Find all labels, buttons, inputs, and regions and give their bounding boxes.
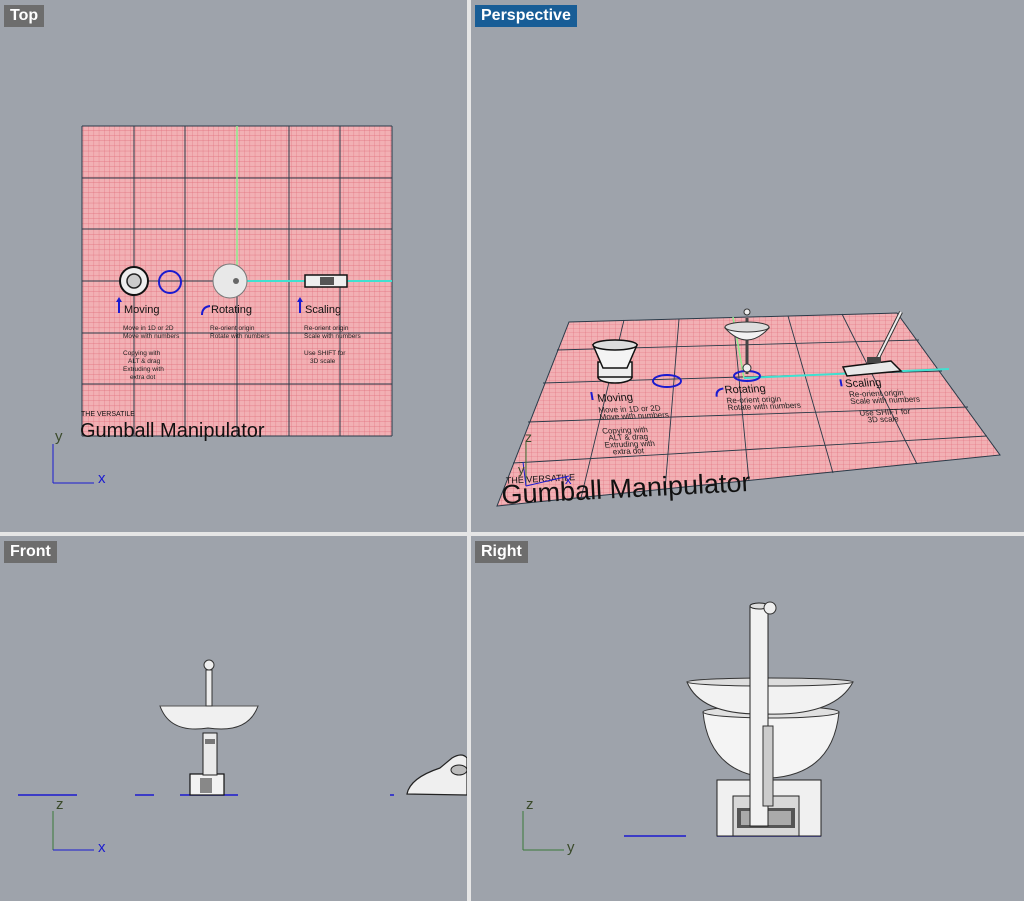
front-gumball-object[interactable] xyxy=(159,659,259,796)
scaling-line-3: Use SHIFT for xyxy=(304,350,346,357)
perspective-view-canvas[interactable]: Moving Move in 1D or 2D Move with number… xyxy=(471,0,1024,532)
right-axis-label-z: z xyxy=(526,796,534,813)
moving-line-1: Move in 1D or 2D xyxy=(123,325,174,332)
scaling-line-2: Scale with numbers xyxy=(304,333,361,340)
heading-small: THE VERSATILE xyxy=(81,411,135,418)
viewport-perspective[interactable]: Moving Move in 1D or 2D Move with number… xyxy=(471,0,1024,532)
viewport-right[interactable]: z y Right xyxy=(471,536,1024,901)
moving-line-6: extra dot xyxy=(130,374,155,381)
axis-widget-right: z y xyxy=(522,796,575,856)
top-view-canvas[interactable]: Moving Move in 1D or 2D Move with number… xyxy=(0,0,467,532)
front-axis-label-x: x xyxy=(98,839,106,856)
moving-label: Moving xyxy=(124,304,159,316)
persp-moving-label: Moving xyxy=(596,392,634,405)
viewport-title-perspective[interactable]: Perspective xyxy=(475,5,577,27)
rotating-label: Rotating xyxy=(211,304,252,316)
rotating-line-2: Rotate with numbers xyxy=(210,333,270,340)
axis-widget-front: z x xyxy=(52,796,106,856)
scaling-line-1: Re-orient origin xyxy=(304,325,349,332)
moving-line-2: Move with numbers xyxy=(123,333,180,340)
persp-scaling-line-4: 3D scale xyxy=(867,414,900,424)
viewport-title-top[interactable]: Top xyxy=(4,5,45,27)
viewport-splitter-vertical[interactable] xyxy=(467,0,471,901)
front-axis-label-z: z xyxy=(56,796,64,813)
right-gumball-object[interactable] xyxy=(686,601,854,837)
right-axis-label-y: y xyxy=(567,839,575,856)
viewport-top[interactable]: Moving Move in 1D or 2D Move with number… xyxy=(0,0,467,532)
persp-axis-label-z: z xyxy=(525,429,532,445)
viewport-front[interactable]: z x Front xyxy=(0,536,467,901)
scaling-label: Scaling xyxy=(305,304,341,316)
rotating-widget[interactable] xyxy=(212,263,248,299)
heading-large: Gumball Manipulator xyxy=(80,420,265,442)
persp-axis-label-y: y xyxy=(518,462,525,477)
viewport-title-right[interactable]: Right xyxy=(475,541,528,563)
viewport-splitter-horizontal[interactable] xyxy=(0,532,1024,536)
front-scaling-object-partial[interactable] xyxy=(406,754,467,796)
axis-label-x: x xyxy=(98,470,106,487)
scaling-line-4: 3D scale xyxy=(310,358,336,365)
moving-line-4: ALT & drag xyxy=(128,358,161,365)
right-view-canvas[interactable]: z y xyxy=(471,536,1024,901)
persp-axis-label-x: x xyxy=(565,472,572,487)
persp-moving-line-6: extra dot xyxy=(612,446,645,456)
moving-line-3: Copying with xyxy=(123,350,161,357)
moving-line-5: Extruding with xyxy=(123,366,164,373)
front-view-canvas[interactable]: z x xyxy=(0,536,467,901)
viewport-title-front[interactable]: Front xyxy=(4,541,57,563)
scaling-widget[interactable] xyxy=(304,274,348,288)
axis-label-y: y xyxy=(55,428,63,445)
rotating-line-1: Re-orient origin xyxy=(210,325,255,332)
